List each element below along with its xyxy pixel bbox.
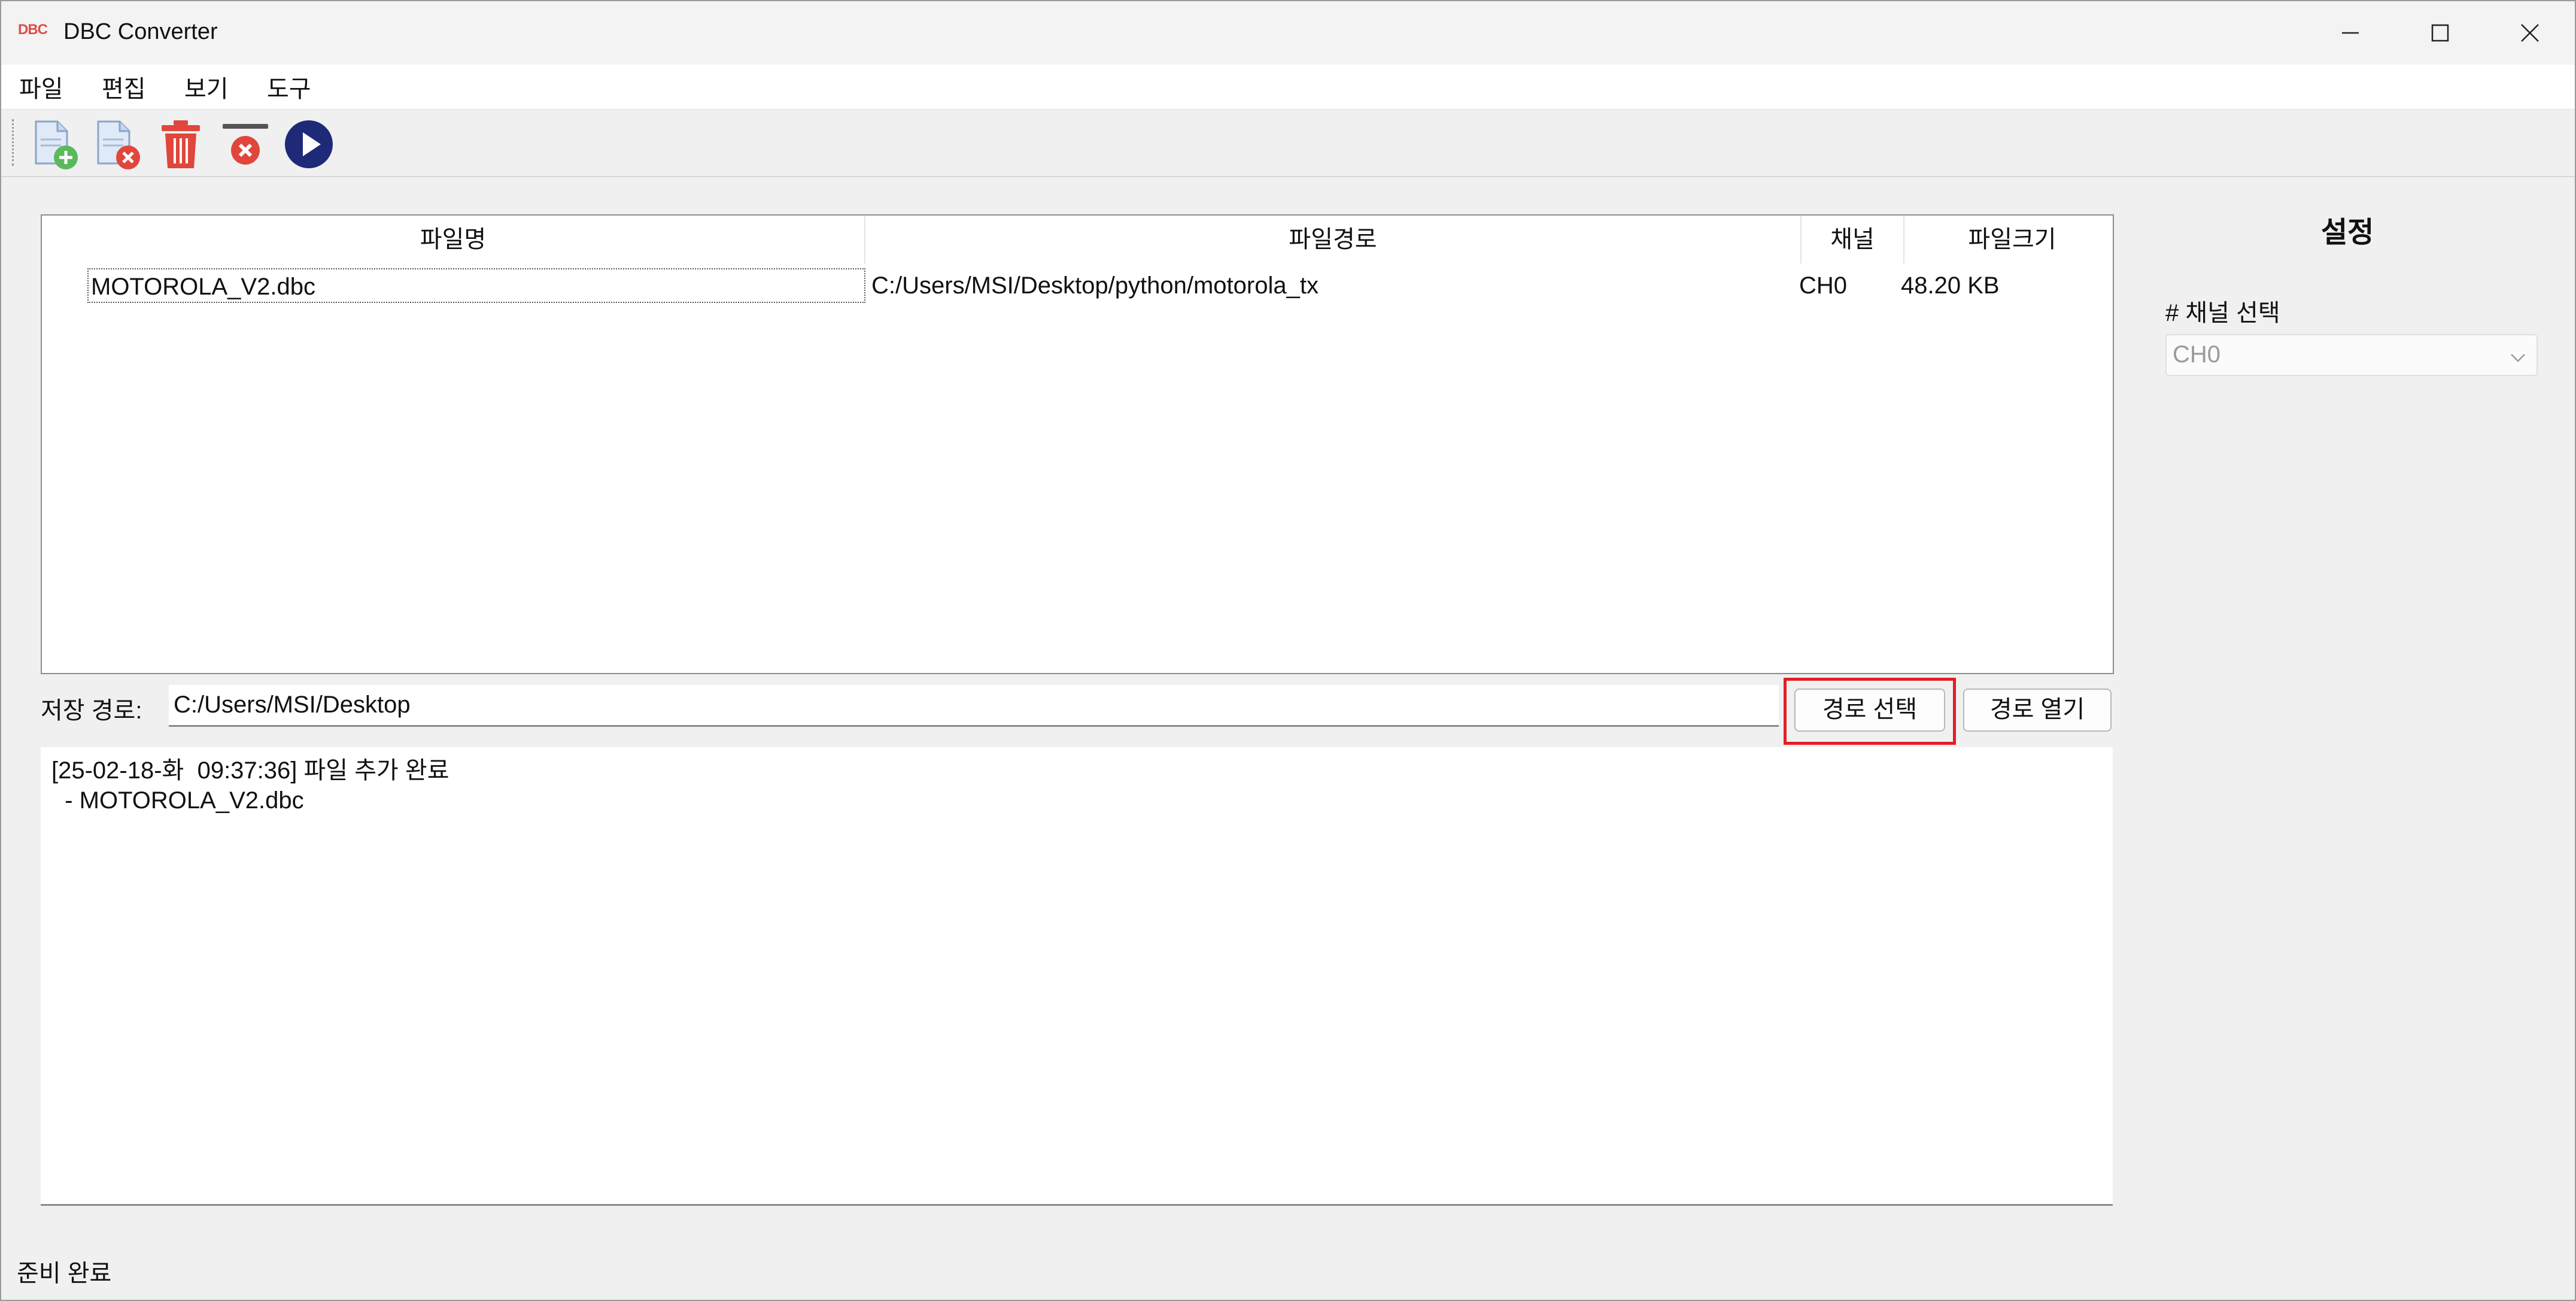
save-path-input[interactable] — [169, 685, 1779, 727]
column-header-filepath[interactable]: 파일경로 — [865, 216, 1802, 263]
app-logo: DBC — [18, 22, 48, 38]
log-area[interactable]: [25-02-18-화 09:37:36] 파일 추가 완료 - MOTOROL… — [41, 747, 2113, 1206]
close-button[interactable] — [2485, 1, 2575, 65]
play-icon — [285, 120, 333, 168]
log-line: - MOTOROLA_V2.dbc — [51, 787, 304, 814]
menu-tools[interactable]: 도구 — [267, 69, 311, 104]
remove-file-button[interactable] — [90, 116, 147, 173]
menu-file[interactable]: 파일 — [19, 69, 63, 104]
save-path-label: 저장 경로: — [41, 697, 142, 724]
column-header-channel[interactable]: 채널 — [1802, 216, 1904, 263]
menu-bar: 파일 편집 보기 도구 — [1, 65, 2575, 110]
menu-view[interactable]: 보기 — [184, 69, 229, 104]
app-window: DBC DBC Converter 파일 편집 보기 도구 파일명 파일경로 채… — [0, 0, 2576, 1301]
cell-channel: CH0 — [1799, 272, 1848, 299]
minimize-button[interactable] — [2305, 1, 2395, 65]
channel-select[interactable]: CH0 — [2165, 334, 2538, 376]
run-button[interactable] — [280, 116, 338, 173]
settings-title: 설정 — [2321, 217, 2374, 248]
toolbar — [1, 110, 2575, 177]
chevron-down-icon — [2511, 354, 2525, 362]
file-add-icon — [35, 120, 78, 169]
cell-filename: MOTOROLA_V2.dbc — [87, 268, 865, 303]
title-bar: DBC DBC Converter — [1, 1, 2575, 65]
maximize-button[interactable] — [2395, 1, 2485, 65]
status-text: 준비 완료 — [17, 1260, 112, 1287]
open-path-button[interactable]: 경로 열기 — [1963, 689, 2112, 732]
close-icon — [2521, 24, 2539, 42]
file-remove-icon — [97, 120, 140, 169]
trash-icon — [162, 120, 200, 168]
channel-select-value: CH0 — [2173, 341, 2221, 368]
clear-button[interactable] — [217, 116, 274, 173]
minimize-icon — [2342, 32, 2359, 34]
window-title: DBC Converter — [63, 19, 218, 44]
cell-filepath: C:/Users/MSI/Desktop/python/motorola_tx — [871, 272, 1319, 299]
channel-select-label: # 채널 선택 — [2165, 300, 2280, 326]
delete-button[interactable] — [152, 116, 209, 173]
add-file-button[interactable] — [28, 116, 85, 173]
menu-edit[interactable]: 편집 — [102, 69, 146, 104]
select-path-button[interactable]: 경로 선택 — [1794, 689, 1945, 732]
cell-filesize: 48.20 KB — [1901, 272, 2000, 299]
toolbar-grip[interactable] — [12, 119, 16, 166]
column-header-filesize[interactable]: 파일크기 — [1904, 216, 2120, 263]
file-table[interactable]: 파일명 파일경로 채널 파일크기 MOTOROLA_V2.dbc C:/User… — [41, 214, 2114, 674]
log-line: [25-02-18-화 09:37:36] 파일 추가 완료 — [51, 757, 449, 784]
column-header-filename[interactable]: 파일명 — [42, 216, 865, 263]
clear-icon — [223, 124, 268, 165]
maximize-icon — [2431, 24, 2449, 42]
